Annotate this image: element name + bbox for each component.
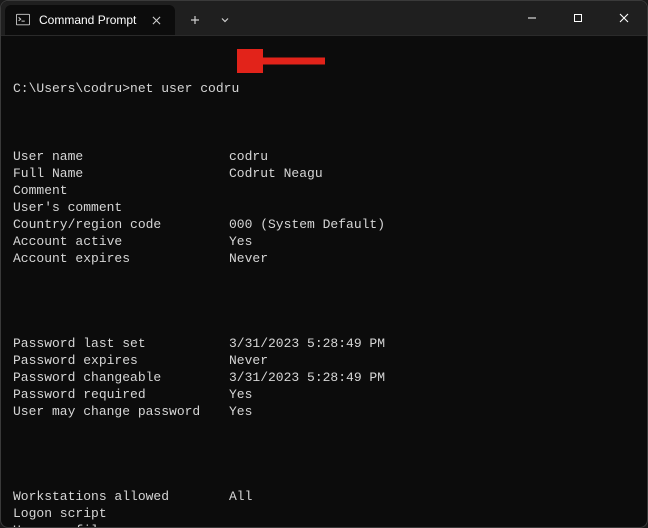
output-key: Password required xyxy=(13,386,229,403)
output-value: 3/31/2023 5:28:49 PM xyxy=(229,369,385,386)
output-value: All xyxy=(229,488,252,505)
output-key: Account active xyxy=(13,233,229,250)
output-row: Password expiresNever xyxy=(13,352,635,369)
titlebar-spacer[interactable] xyxy=(245,1,509,35)
output-value: Yes xyxy=(229,233,252,250)
minimize-button[interactable] xyxy=(509,1,555,35)
output-key: Country/region code xyxy=(13,216,229,233)
output-row: Account expiresNever xyxy=(13,250,635,267)
output-key: Workstations allowed xyxy=(13,488,229,505)
output-row: User's comment xyxy=(13,199,635,216)
output-key: User may change password xyxy=(13,403,229,420)
tab-actions xyxy=(175,5,245,35)
output-row: Comment xyxy=(13,182,635,199)
output-row: Full NameCodrut Neagu xyxy=(13,165,635,182)
output-key: User profile xyxy=(13,522,229,527)
tab-dropdown-button[interactable] xyxy=(211,7,239,33)
window-close-button[interactable] xyxy=(601,1,647,35)
window-root: Command Prompt C:\Use xyxy=(0,0,648,528)
tab-command-prompt[interactable]: Command Prompt xyxy=(5,5,175,35)
output-key: Full Name xyxy=(13,165,229,182)
tab-title: Command Prompt xyxy=(39,13,139,27)
output-value: Yes xyxy=(229,386,252,403)
output-key: Password last set xyxy=(13,335,229,352)
output-value: codru xyxy=(229,148,268,165)
output-value: 3/31/2023 5:28:49 PM xyxy=(229,335,385,352)
output-key: Password expires xyxy=(13,352,229,369)
prompt-line: C:\Users\codru>net user codru xyxy=(13,80,635,97)
output-row: Logon script xyxy=(13,505,635,522)
output-row: Workstations allowedAll xyxy=(13,488,635,505)
cmd-icon xyxy=(15,12,31,28)
output-value: Yes xyxy=(229,403,252,420)
output-key: User name xyxy=(13,148,229,165)
output-row: User may change passwordYes xyxy=(13,403,635,420)
output-value: Codrut Neagu xyxy=(229,165,323,182)
output-value: Never xyxy=(229,352,268,369)
output-key: User's comment xyxy=(13,199,229,216)
output-row: Country/region code000 (System Default) xyxy=(13,216,635,233)
prompt-path: C:\Users\codru> xyxy=(13,81,130,96)
output-value: 000 (System Default) xyxy=(229,216,385,233)
prompt-command: net user codru xyxy=(130,81,239,96)
terminal-area[interactable]: C:\Users\codru>net user codru User namec… xyxy=(1,35,647,527)
output-key: Password changeable xyxy=(13,369,229,386)
output-row: Password requiredYes xyxy=(13,386,635,403)
window-controls xyxy=(509,1,647,35)
output-row: User namecodru xyxy=(13,148,635,165)
output-row: Password last set3/31/2023 5:28:49 PM xyxy=(13,335,635,352)
output-row: Password changeable3/31/2023 5:28:49 PM xyxy=(13,369,635,386)
new-tab-button[interactable] xyxy=(181,7,209,33)
output-key: Comment xyxy=(13,182,229,199)
titlebar[interactable]: Command Prompt xyxy=(1,1,647,35)
output-key: Logon script xyxy=(13,505,229,522)
tab-close-button[interactable] xyxy=(147,11,165,29)
output-value: Never xyxy=(229,250,268,267)
output-key: Account expires xyxy=(13,250,229,267)
output-row: Account activeYes xyxy=(13,233,635,250)
maximize-button[interactable] xyxy=(555,1,601,35)
output-row: User profile xyxy=(13,522,635,527)
